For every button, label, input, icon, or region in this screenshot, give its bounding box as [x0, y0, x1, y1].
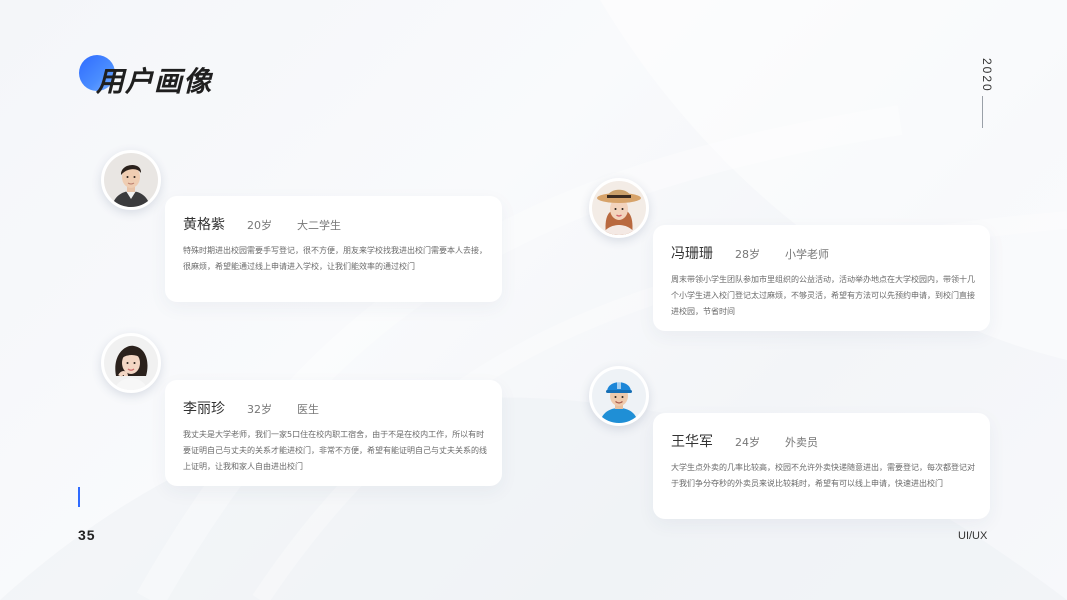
woman-short-hair-avatar-icon	[101, 333, 161, 393]
persona-description: 我丈夫是大学老师，我们一家5口住在校内职工宿舍，由于不是在校内工作，所以有时要证…	[183, 430, 487, 471]
persona-header: 李丽珍 32岁 医生	[183, 398, 319, 418]
persona-card-4: 王华军 24岁 外卖员 大学生点外卖的几率比较高，校园不允许外卖快递随意进出，需…	[653, 413, 990, 519]
persona-description: 特殊时期进出校园需要手写登记，很不方便，朋友来学校找我进出校门需要本人去接，很麻…	[183, 246, 487, 271]
persona-role: 大二学生	[297, 219, 341, 232]
persona-age: 24岁	[735, 436, 760, 449]
persona-role: 小学老师	[785, 248, 829, 261]
delivery-man-helmet-avatar-icon	[589, 366, 649, 426]
woman-with-hat-avatar-icon	[589, 178, 649, 238]
page-title: 用户画像	[96, 65, 213, 98]
persona-age: 32岁	[247, 403, 272, 416]
persona-card-3: 李丽珍 32岁 医生 我丈夫是大学老师，我们一家5口住在校内职工宿舍，由于不是在…	[165, 380, 502, 486]
persona-name: 冯珊珊	[671, 246, 713, 262]
persona-description: 大学生点外卖的几率比较高，校园不允许外卖快递随意进出，需要登记，每次都登记对于我…	[671, 463, 975, 488]
persona-header: 黄格紫 20岁 大二学生	[183, 214, 341, 234]
footer-label: UI/UX	[958, 530, 988, 542]
persona-name: 王华军	[671, 434, 713, 450]
year-divider	[982, 96, 983, 128]
page-number: 35	[78, 527, 96, 543]
persona-description: 周末带领小学生团队参加市里组织的公益活动，活动举办地点在大学校园内，带领十几个小…	[671, 275, 975, 316]
persona-age: 28岁	[735, 248, 760, 261]
persona-header: 王华军 24岁 外卖员	[671, 431, 818, 451]
persona-card-2: 冯珊珊 28岁 小学老师 周末带领小学生团队参加市里组织的公益活动，活动举办地点…	[653, 225, 990, 331]
persona-name: 黄格紫	[183, 217, 225, 233]
persona-age: 20岁	[247, 219, 272, 232]
page-number-accent	[78, 487, 80, 507]
year-label: 2020	[980, 58, 994, 93]
persona-role: 医生	[297, 403, 319, 416]
persona-role: 外卖员	[785, 436, 818, 449]
persona-header: 冯珊珊 28岁 小学老师	[671, 243, 829, 263]
persona-card-1: 黄格紫 20岁 大二学生 特殊时期进出校园需要手写登记，很不方便，朋友来学校找我…	[165, 196, 502, 302]
persona-name: 李丽珍	[183, 401, 225, 417]
young-man-avatar-icon	[101, 150, 161, 210]
